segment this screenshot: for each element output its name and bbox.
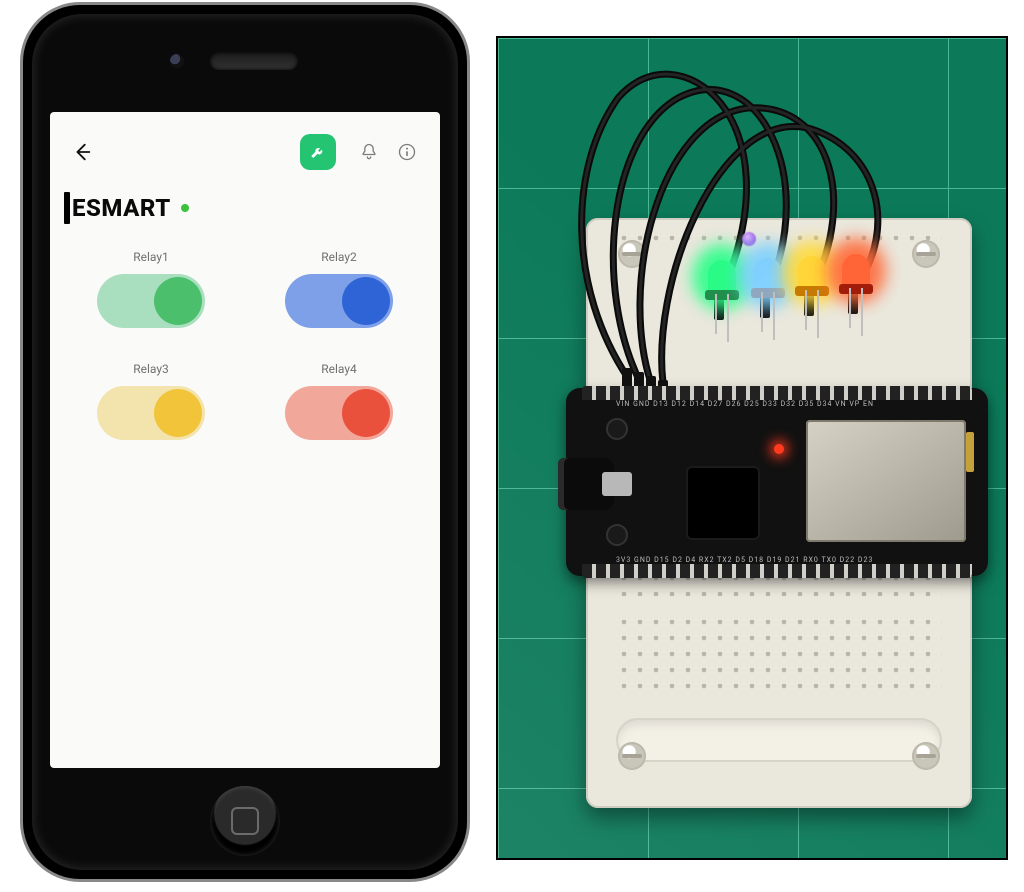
relay-3-toggle[interactable] — [97, 386, 205, 440]
relay-2-toggle[interactable] — [285, 274, 393, 328]
bell-icon — [359, 142, 379, 162]
rf-shield — [806, 420, 966, 542]
lens-flare — [742, 232, 756, 246]
relay-3-label: Relay3 — [133, 362, 169, 376]
arrow-left-icon — [71, 141, 93, 163]
info-icon — [397, 142, 417, 162]
relay-1-toggle[interactable] — [97, 274, 205, 328]
relay-3: Relay3 — [84, 362, 218, 440]
mcu-top-pin-labels: VIN GND D13 D12 D14 D27 D26 D25 D33 D32 … — [616, 400, 874, 408]
app-screen: ESMART Relay1 Relay2 Relay3 Relay4 — [50, 112, 440, 768]
relay-4-label: Relay4 — [321, 362, 357, 376]
app-bar — [50, 128, 440, 176]
phone-mockup: ESMART Relay1 Relay2 Relay3 Relay4 — [20, 2, 470, 882]
online-status-dot — [181, 204, 189, 212]
front-camera — [170, 54, 184, 68]
toggle-knob — [154, 277, 202, 325]
led-yellow — [798, 256, 826, 290]
led-blue — [754, 258, 782, 292]
home-button[interactable] — [210, 786, 280, 856]
boot-button[interactable] — [606, 524, 628, 546]
led-red — [842, 254, 870, 288]
relay-2-label: Relay2 — [321, 250, 357, 264]
mcu-bottom-pin-labels: 3V3 GND D15 D2 D4 RX2 TX2 D5 D18 D19 D21… — [616, 556, 873, 564]
mcu-chip — [688, 468, 758, 538]
power-led — [774, 444, 784, 454]
wrench-icon — [309, 143, 327, 161]
info-button[interactable] — [392, 137, 422, 167]
relay-1: Relay1 — [84, 250, 218, 328]
relay-grid: Relay1 Relay2 Relay3 Relay4 — [84, 250, 406, 440]
usb-cable — [558, 458, 614, 510]
relay-1-label: Relay1 — [133, 250, 169, 264]
relay-4-toggle[interactable] — [285, 386, 393, 440]
toggle-knob — [154, 389, 202, 437]
relay-4: Relay4 — [272, 362, 406, 440]
en-button[interactable] — [606, 418, 628, 440]
esp32-board: VIN GND D13 D12 D14 D27 D26 D25 D33 D32 … — [566, 388, 988, 576]
toggle-knob — [342, 277, 390, 325]
toggle-knob — [342, 389, 390, 437]
title-caret — [64, 192, 70, 224]
led-green — [708, 260, 736, 294]
title-row: ESMART — [64, 192, 189, 224]
notifications-button[interactable] — [354, 137, 384, 167]
app-title: ESMART — [72, 194, 171, 222]
relay-2: Relay2 — [272, 250, 406, 328]
earpiece-speaker — [210, 52, 298, 70]
hardware-photo: VIN GND D13 D12 D14 D27 D26 D25 D33 D32 … — [496, 36, 1008, 860]
tools-button[interactable] — [300, 134, 336, 170]
back-button[interactable] — [68, 138, 96, 166]
composite-figure: ESMART Relay1 Relay2 Relay3 Relay4 — [0, 0, 1024, 892]
